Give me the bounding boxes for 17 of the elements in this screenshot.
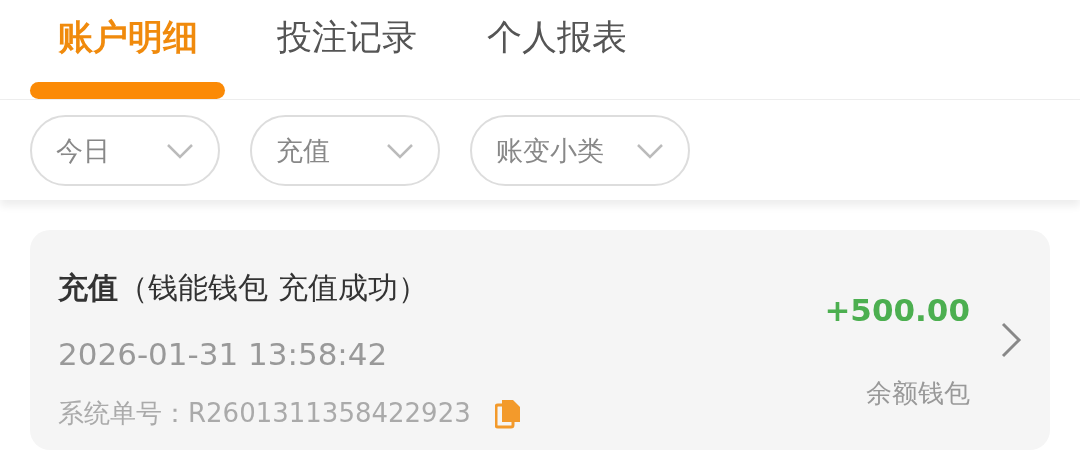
filter-dropdown[interactable]: 充值 [250,115,440,186]
wallet-name: 余额钱包 [866,376,970,410]
chevron-right-icon [1000,321,1022,359]
filter-dropdown[interactable]: 账变小类 [470,115,690,186]
tab[interactable]: 个人报表 [469,0,645,99]
order-number: 系统单号：R2601311358422923 [58,397,471,430]
filter-dropdown[interactable]: 今日 [30,115,220,186]
chevron-down-icon [636,142,664,159]
chevron-down-icon [386,142,414,159]
amount: +500.00 [824,291,970,328]
chevron-down-icon [166,142,194,159]
record-time: 2026-01-31 13:58:42 [58,335,389,374]
copy-icon[interactable] [494,398,521,429]
tab[interactable]: 投注记录 [259,0,435,99]
record-card[interactable]: 充值（钱能钱包 充值成功） 2026-01-31 13:58:42 系统单号：R2601311358422923 +500.00 余额钱包 [30,230,1050,450]
record-title: 充值（钱能钱包 充值成功） [58,269,429,307]
tab[interactable]: 账户明细 [30,0,225,99]
